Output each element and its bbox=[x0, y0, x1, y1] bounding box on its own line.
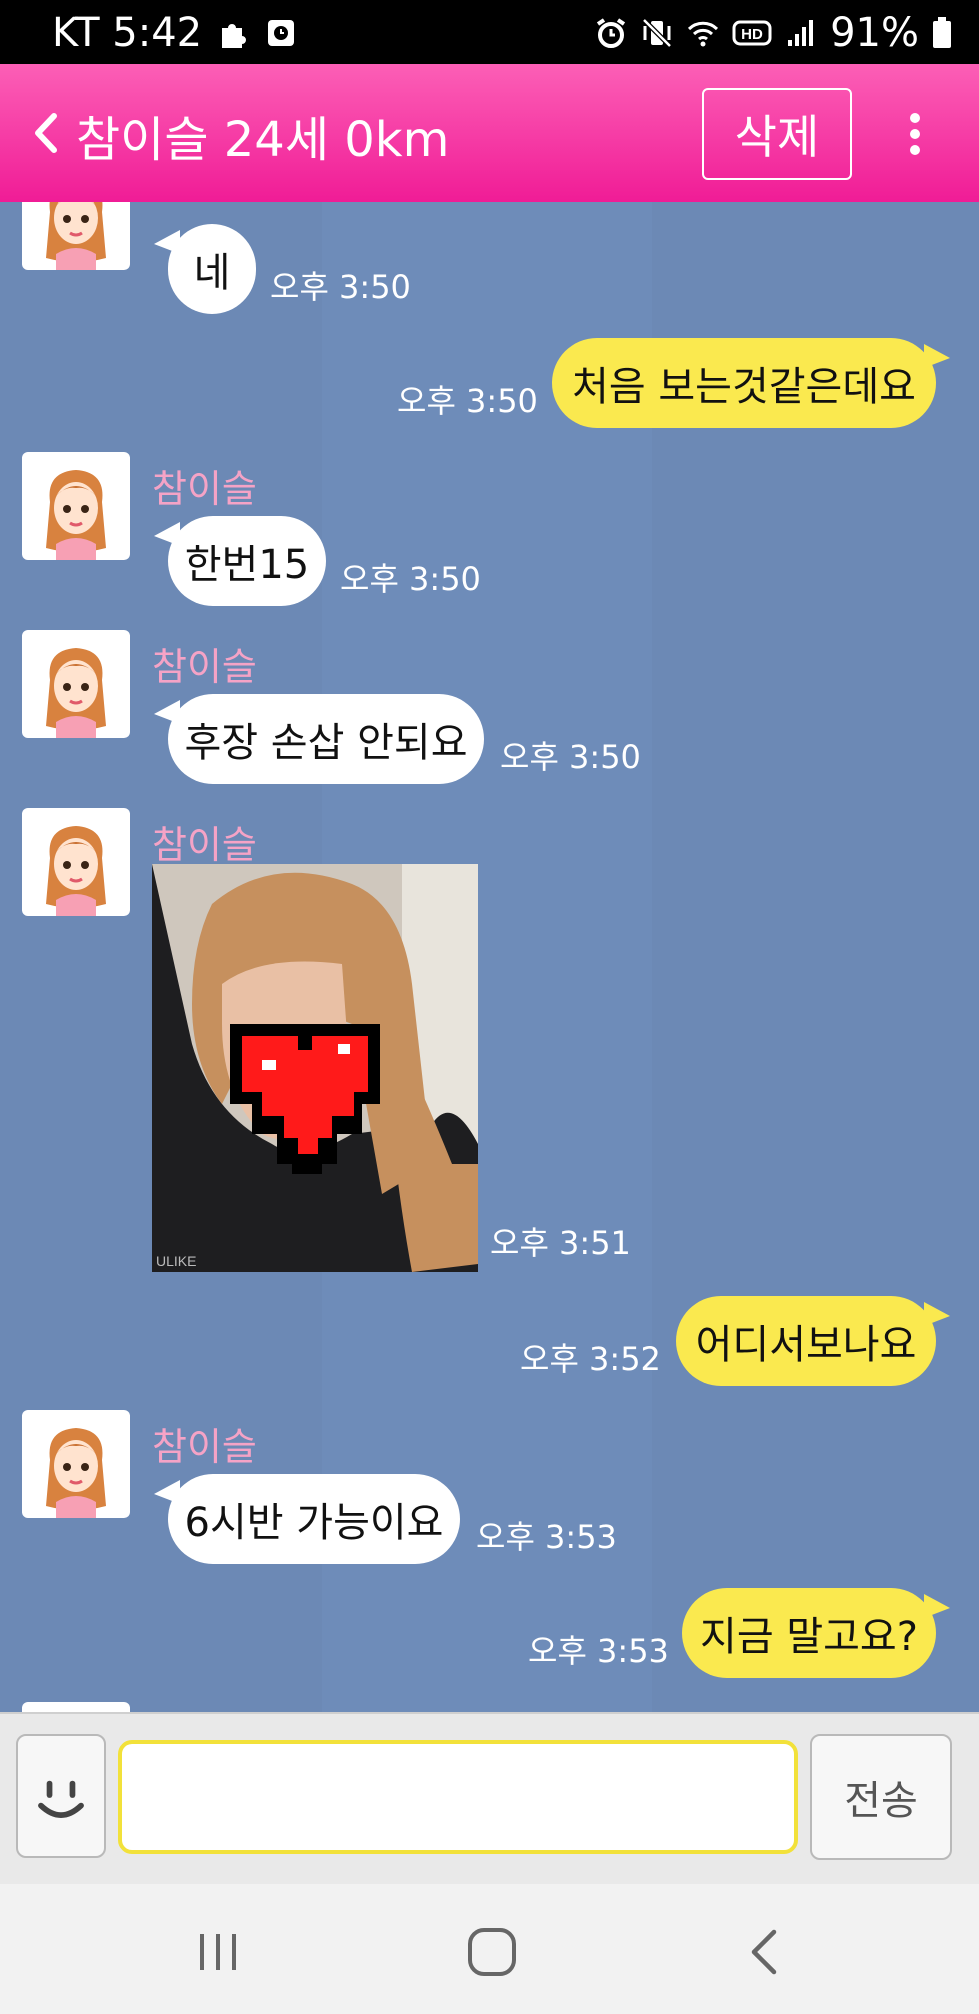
message-bubble-incoming[interactable]: 네 bbox=[168, 224, 256, 314]
message-bubble-incoming[interactable]: 후장 손삽 안되요 bbox=[168, 694, 484, 784]
avatar[interactable] bbox=[22, 202, 130, 270]
alarm-icon bbox=[596, 18, 626, 48]
send-button[interactable]: 전송 bbox=[810, 1734, 952, 1860]
message-bubble-outgoing[interactable]: 처음 보는것같은데요 bbox=[552, 338, 950, 428]
status-bar: KT 5:42 HD 91% bbox=[0, 0, 979, 64]
clock-notification-icon bbox=[268, 20, 295, 46]
status-right: HD 91% bbox=[594, 10, 953, 56]
home-icon[interactable] bbox=[462, 1922, 522, 1982]
message-text: 지금 말고요? bbox=[700, 1614, 918, 1660]
message-bubble-incoming[interactable]: 한번15 bbox=[168, 516, 326, 606]
photo-watermark: ULIKE bbox=[156, 1253, 196, 1269]
chat-title: 참이슬 24세 0km bbox=[76, 112, 450, 168]
message-bubble-outgoing[interactable]: 어디서보나요 bbox=[676, 1296, 950, 1386]
message-input[interactable] bbox=[118, 1740, 798, 1854]
sender-name: 참이슬 bbox=[152, 467, 257, 511]
system-nav-bar bbox=[0, 1884, 979, 2014]
battery-percent: 91% bbox=[830, 10, 919, 56]
more-options-icon[interactable] bbox=[895, 109, 935, 159]
svg-text:HD: HD bbox=[741, 26, 763, 43]
sender-name: 참이슬 bbox=[152, 645, 257, 689]
message-bubble-incoming[interactable]: 6시반 가능이요 bbox=[168, 1474, 460, 1564]
avatar[interactable] bbox=[22, 630, 130, 738]
message-time: 오후 3:53 bbox=[528, 1632, 669, 1670]
chat-area[interactable]: 네 오후 3:50 오후 3:50 처음 보는것같은데요 참이슬 한번15 오후… bbox=[0, 202, 979, 1712]
sender-name: 참이슬 bbox=[152, 1425, 257, 1469]
smiley-icon bbox=[38, 1780, 84, 1818]
avatar[interactable] bbox=[22, 1410, 130, 1518]
message-text: 네 bbox=[193, 250, 231, 296]
battery-icon bbox=[933, 17, 951, 48]
message-time: 오후 3:50 bbox=[340, 560, 481, 598]
message-bubble-outgoing[interactable]: 지금 말고요? bbox=[682, 1588, 950, 1678]
vibrate-mute-icon bbox=[642, 18, 672, 48]
app-header: 참이슬 24세 0km 삭제 bbox=[0, 64, 979, 202]
avatar[interactable] bbox=[22, 452, 130, 560]
photo-message[interactable]: ULIKE bbox=[152, 864, 478, 1272]
back-chevron-icon[interactable] bbox=[26, 108, 66, 158]
emoji-button[interactable] bbox=[16, 1734, 106, 1858]
wifi-icon bbox=[688, 21, 719, 47]
message-text: 후장 손삽 안되요 bbox=[184, 720, 468, 766]
message-time: 오후 3:51 bbox=[490, 1224, 631, 1262]
signal-icon bbox=[788, 20, 814, 46]
hd-voice-icon: HD bbox=[732, 20, 772, 46]
sender-name: 참이슬 bbox=[152, 823, 257, 867]
message-time: 오후 3:52 bbox=[520, 1340, 661, 1378]
carrier-time: KT 5:42 bbox=[52, 10, 203, 56]
avatar[interactable] bbox=[22, 1702, 130, 1712]
message-text: 한번15 bbox=[184, 542, 310, 588]
avatar[interactable] bbox=[22, 808, 130, 916]
message-time: 오후 3:50 bbox=[270, 268, 411, 306]
back-icon[interactable] bbox=[736, 1922, 796, 1982]
input-bar: 전송 bbox=[0, 1712, 979, 1884]
message-time: 오후 3:53 bbox=[476, 1518, 617, 1556]
message-time: 오후 3:50 bbox=[397, 382, 538, 420]
recents-icon[interactable] bbox=[188, 1922, 248, 1982]
puzzle-notification-icon bbox=[222, 24, 247, 48]
message-text: 6시반 가능이요 bbox=[184, 1500, 444, 1546]
message-text: 어디서보나요 bbox=[695, 1322, 917, 1368]
status-left: KT 5:42 bbox=[52, 10, 298, 56]
message-text: 처음 보는것같은데요 bbox=[572, 364, 916, 410]
message-time: 오후 3:50 bbox=[500, 738, 641, 776]
delete-button[interactable]: 삭제 bbox=[702, 88, 852, 180]
